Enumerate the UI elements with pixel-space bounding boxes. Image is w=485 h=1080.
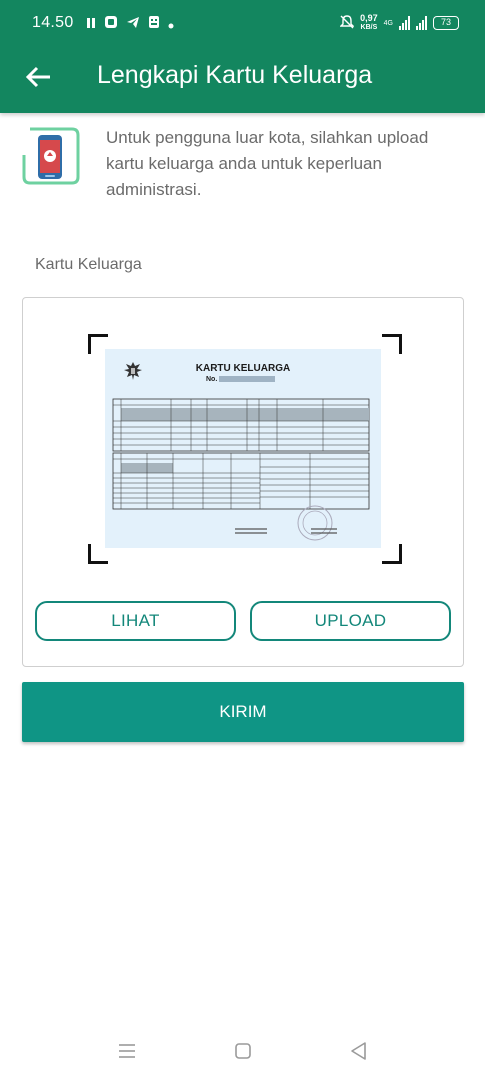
- app-notification-icon: [104, 15, 118, 34]
- menu-nav-button[interactable]: [116, 1040, 138, 1062]
- back-triangle-icon: [351, 1042, 366, 1060]
- network-speed: 0,97 KB/S: [360, 14, 378, 32]
- dot-icon: [168, 16, 174, 34]
- menu-icon: [119, 1044, 135, 1058]
- app-bar: Lengkapi Kartu Keluarga: [0, 46, 485, 113]
- signal-strength-icon: [399, 16, 410, 30]
- status-bar: 14.50 0,97 KB/S 4G 73: [0, 0, 485, 46]
- calendar-icon: [148, 15, 160, 34]
- back-nav-button[interactable]: [348, 1040, 370, 1062]
- info-description: Untuk pengguna luar kota, silahkan uploa…: [106, 128, 429, 199]
- kk-sample-tables: [112, 398, 370, 541]
- document-label: Kartu Keluarga: [35, 256, 142, 273]
- home-nav-button[interactable]: [232, 1040, 254, 1062]
- telegram-icon: [126, 15, 140, 34]
- screen: 14.50 0,97 KB/S 4G 73 Lengkapi Kartu Kel…: [0, 0, 485, 1080]
- top-bar: 14.50 0,97 KB/S 4G 73 Lengkapi Kartu Kel…: [0, 0, 485, 113]
- page-title: Lengkapi Kartu Keluarga: [97, 61, 373, 89]
- network-type: 4G: [383, 19, 393, 27]
- signal-strength-2-icon: [416, 16, 427, 30]
- arrow-left-icon: [25, 66, 50, 88]
- home-square-icon: [235, 1043, 251, 1059]
- system-icons: 0,97 KB/S 4G 73: [339, 14, 459, 32]
- battery-indicator: 73: [433, 16, 459, 30]
- back-button[interactable]: [24, 62, 54, 92]
- status-time: 14.50: [32, 14, 74, 31]
- submit-button[interactable]: KIRIM: [22, 682, 464, 742]
- view-button[interactable]: LIHAT: [35, 601, 236, 641]
- mute-icon: [339, 15, 355, 31]
- frame-corner-top-right: [382, 334, 402, 354]
- notification-icons: [86, 15, 174, 34]
- network-speed-unit: KB/S: [360, 24, 378, 31]
- frame-corner-bottom-right: [382, 544, 402, 564]
- system-nav-bar: [0, 1022, 485, 1080]
- upload-button[interactable]: UPLOAD: [250, 601, 451, 641]
- network-speed-value: 0,97: [360, 13, 378, 23]
- phone-upload-icon: [20, 125, 82, 189]
- pause-icon: [86, 16, 96, 34]
- kartu-keluarga-preview: KARTU KELUARGA No.: [105, 349, 381, 548]
